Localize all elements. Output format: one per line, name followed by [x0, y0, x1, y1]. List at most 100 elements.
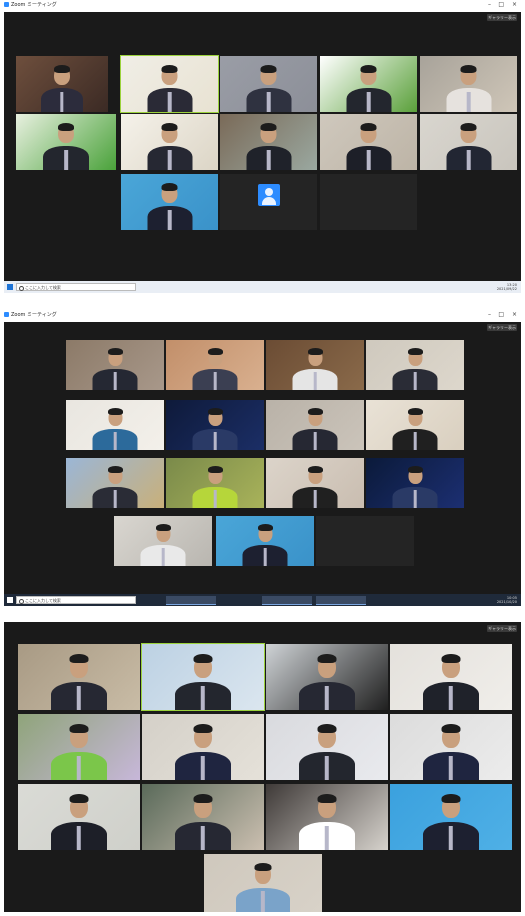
- taskbar-clock[interactable]: 10:05 2021/10/20: [497, 596, 517, 604]
- minimize-icon[interactable]: –: [488, 2, 491, 8]
- search-icon: [19, 599, 24, 604]
- participant-tile[interactable]: [266, 714, 388, 780]
- participant-video: [446, 122, 491, 170]
- participant-tile[interactable]: [16, 56, 108, 112]
- participant-video: [147, 64, 192, 112]
- participant-tile[interactable]: [121, 174, 218, 230]
- default-avatar-icon: [257, 184, 280, 207]
- participant-tile[interactable]: [266, 340, 364, 390]
- participant-video: [346, 122, 391, 170]
- taskbar-task-2[interactable]: [262, 595, 312, 605]
- participant-tile[interactable]: [66, 458, 164, 508]
- taskbar-pinned-apps[interactable]: [142, 597, 160, 603]
- participant-tile[interactable]: [266, 784, 388, 850]
- gallery-view-button[interactable]: ギャラリー表示: [487, 14, 517, 21]
- windows-start-icon[interactable]: [7, 597, 13, 603]
- close-icon[interactable]: ×: [512, 312, 517, 318]
- window-titlebar: Zoom ミーティング – □ ×: [4, 0, 521, 12]
- participant-video: [92, 347, 138, 390]
- taskbar-search-placeholder: ここに入力して検索: [25, 285, 61, 290]
- participant-video: [236, 862, 290, 912]
- participant-video: [92, 465, 138, 508]
- taskbar-pinned-apps-2[interactable]: [220, 597, 238, 603]
- participant-video: [299, 793, 355, 850]
- participant-tile[interactable]: [316, 516, 414, 566]
- taskbar-search-box[interactable]: ここに入力して検索: [16, 283, 136, 291]
- gallery-view-button[interactable]: ギャラリー表示: [487, 625, 517, 632]
- maximize-icon[interactable]: □: [498, 312, 504, 318]
- participant-tile[interactable]: [66, 340, 164, 390]
- participant-tile[interactable]: [141, 643, 265, 711]
- participant-video: [175, 793, 231, 850]
- participant-video: [299, 723, 355, 780]
- participant-video: [51, 723, 107, 780]
- participant-tile[interactable]: [266, 644, 388, 710]
- taskbar-pinned-apps[interactable]: [172, 284, 271, 290]
- participant-tile[interactable]: [216, 516, 314, 566]
- participant-video: [246, 122, 291, 170]
- participant-video: [192, 465, 238, 508]
- participant-tile[interactable]: [366, 458, 464, 508]
- participant-video: [423, 653, 479, 710]
- participant-tile[interactable]: [120, 55, 219, 113]
- participant-tile[interactable]: [390, 644, 512, 710]
- participant-tile[interactable]: [220, 174, 317, 230]
- participant-video: [299, 653, 355, 710]
- taskbar-clock[interactable]: 13:20 2021/09/22: [497, 283, 517, 291]
- participant-video: [292, 407, 338, 450]
- participant-video: [392, 407, 438, 450]
- close-icon[interactable]: ×: [512, 2, 517, 8]
- participant-tile[interactable]: [18, 714, 140, 780]
- participant-tile[interactable]: [320, 174, 417, 230]
- participant-tile[interactable]: [114, 516, 212, 566]
- windows-start-icon[interactable]: [7, 284, 13, 290]
- windows-taskbar: ここに入力して検索 13:20 2021/09/22: [4, 281, 521, 293]
- participant-tile[interactable]: [66, 400, 164, 450]
- participant-tile[interactable]: [320, 114, 417, 170]
- participant-video: [423, 793, 479, 850]
- participant-tile[interactable]: [390, 784, 512, 850]
- participant-video: [192, 407, 238, 450]
- taskbar-search-box[interactable]: ここに入力して検索: [16, 596, 136, 604]
- participant-video: [92, 407, 138, 450]
- participant-video: [147, 182, 192, 230]
- zoom-app-icon: [4, 2, 9, 7]
- participant-tile[interactable]: [220, 56, 317, 112]
- participant-tile[interactable]: [320, 56, 417, 112]
- participant-tile[interactable]: [390, 714, 512, 780]
- participant-tile[interactable]: [266, 400, 364, 450]
- zoom-screenshot-1: Zoom ミーティング – □ × ギャラリー表示 ここに入力して検索 13:2…: [4, 0, 521, 293]
- participant-video: [346, 64, 391, 112]
- participant-video: [246, 64, 291, 112]
- participant-tile[interactable]: [266, 458, 364, 508]
- participant-tile[interactable]: [166, 458, 264, 508]
- participant-tile[interactable]: [420, 56, 517, 112]
- participant-tile[interactable]: [166, 400, 264, 450]
- participant-tile[interactable]: [366, 340, 464, 390]
- participant-tile[interactable]: [16, 114, 116, 170]
- participant-tile[interactable]: [18, 644, 140, 710]
- participant-tile[interactable]: [142, 784, 264, 850]
- minimize-icon[interactable]: –: [488, 312, 491, 318]
- taskbar-task-3[interactable]: [316, 595, 366, 605]
- window-title: Zoom ミーティング: [11, 312, 57, 318]
- gallery-view-button[interactable]: ギャラリー表示: [487, 324, 517, 331]
- participant-tile[interactable]: [166, 340, 264, 390]
- participant-video: [292, 465, 338, 508]
- participant-tile[interactable]: [121, 114, 218, 170]
- participant-tile[interactable]: [220, 114, 317, 170]
- zoom-screenshot-2: Zoom ミーティング – □ × ギャラリー表示 ここに入力して検索 10:0…: [4, 310, 521, 606]
- participant-tile[interactable]: [204, 854, 322, 912]
- maximize-icon[interactable]: □: [498, 2, 504, 8]
- participant-video: [140, 523, 186, 566]
- search-icon: [19, 286, 24, 291]
- participant-video: [392, 465, 438, 508]
- clock-date: 2021/10/20: [496, 600, 517, 604]
- participant-tile[interactable]: [142, 714, 264, 780]
- taskbar-task-1[interactable]: [166, 595, 216, 605]
- participant-tile[interactable]: [420, 114, 517, 170]
- participant-video: [51, 653, 107, 710]
- participant-tile[interactable]: [18, 784, 140, 850]
- participant-video: [192, 347, 238, 390]
- participant-tile[interactable]: [366, 400, 464, 450]
